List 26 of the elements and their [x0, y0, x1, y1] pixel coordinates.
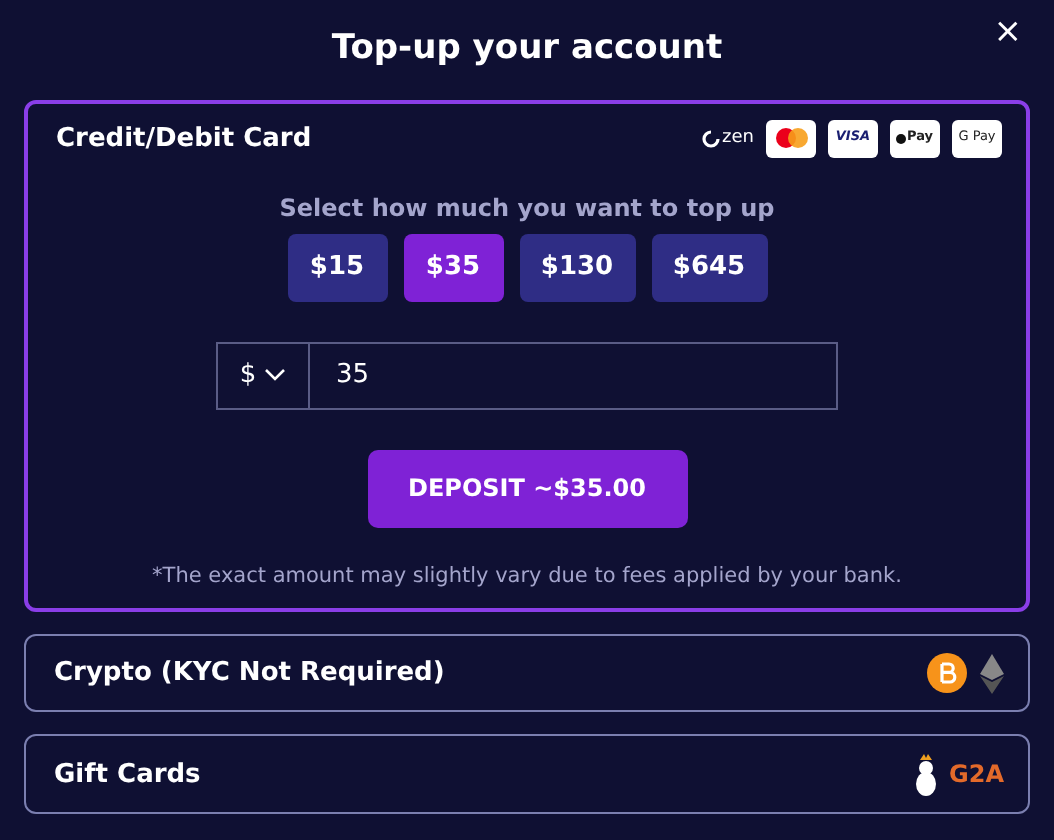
chevron-down-icon: [264, 368, 287, 382]
panel-title: Crypto (KYC Not Required): [54, 656, 445, 692]
dialog-title: Top-up your account: [331, 26, 723, 72]
mascot-icon: [913, 752, 937, 797]
amount-field[interactable]: 35: [310, 341, 838, 409]
deposit-button[interactable]: DEPOSIT ~$35.00: [367, 449, 687, 527]
currency-text: $: [239, 357, 257, 394]
apple-icon: [896, 132, 907, 145]
amount-button[interactable]: $645: [651, 234, 767, 301]
close-button[interactable]: ×: [989, 12, 1026, 54]
coin-icon: [926, 652, 968, 695]
payment-panel[interactable]: Crypto (KYC Not Required): [24, 634, 1030, 713]
note-text: *The exact amount may slightly vary due to fees applied by your bank.: [150, 561, 904, 591]
logo-text: G2A: [949, 758, 1004, 793]
currency-dropdown[interactable]: $: [216, 341, 310, 409]
logo-text: zen: [722, 125, 754, 151]
circles-icon: [775, 128, 807, 149]
prompt-text: Select how much you want to top up: [277, 192, 777, 226]
amount-button[interactable]: $15: [287, 234, 387, 301]
ring-icon: [702, 129, 721, 148]
payment-panel[interactable]: Gift Cards G2A: [24, 734, 1030, 815]
amount-button[interactable]: $130: [519, 234, 635, 301]
panel-title: Gift Cards: [54, 757, 201, 793]
amount-button[interactable]: $35: [403, 234, 503, 301]
diamond-icon: [980, 653, 1004, 694]
panel-title: Credit/Debit Card: [56, 121, 312, 157]
